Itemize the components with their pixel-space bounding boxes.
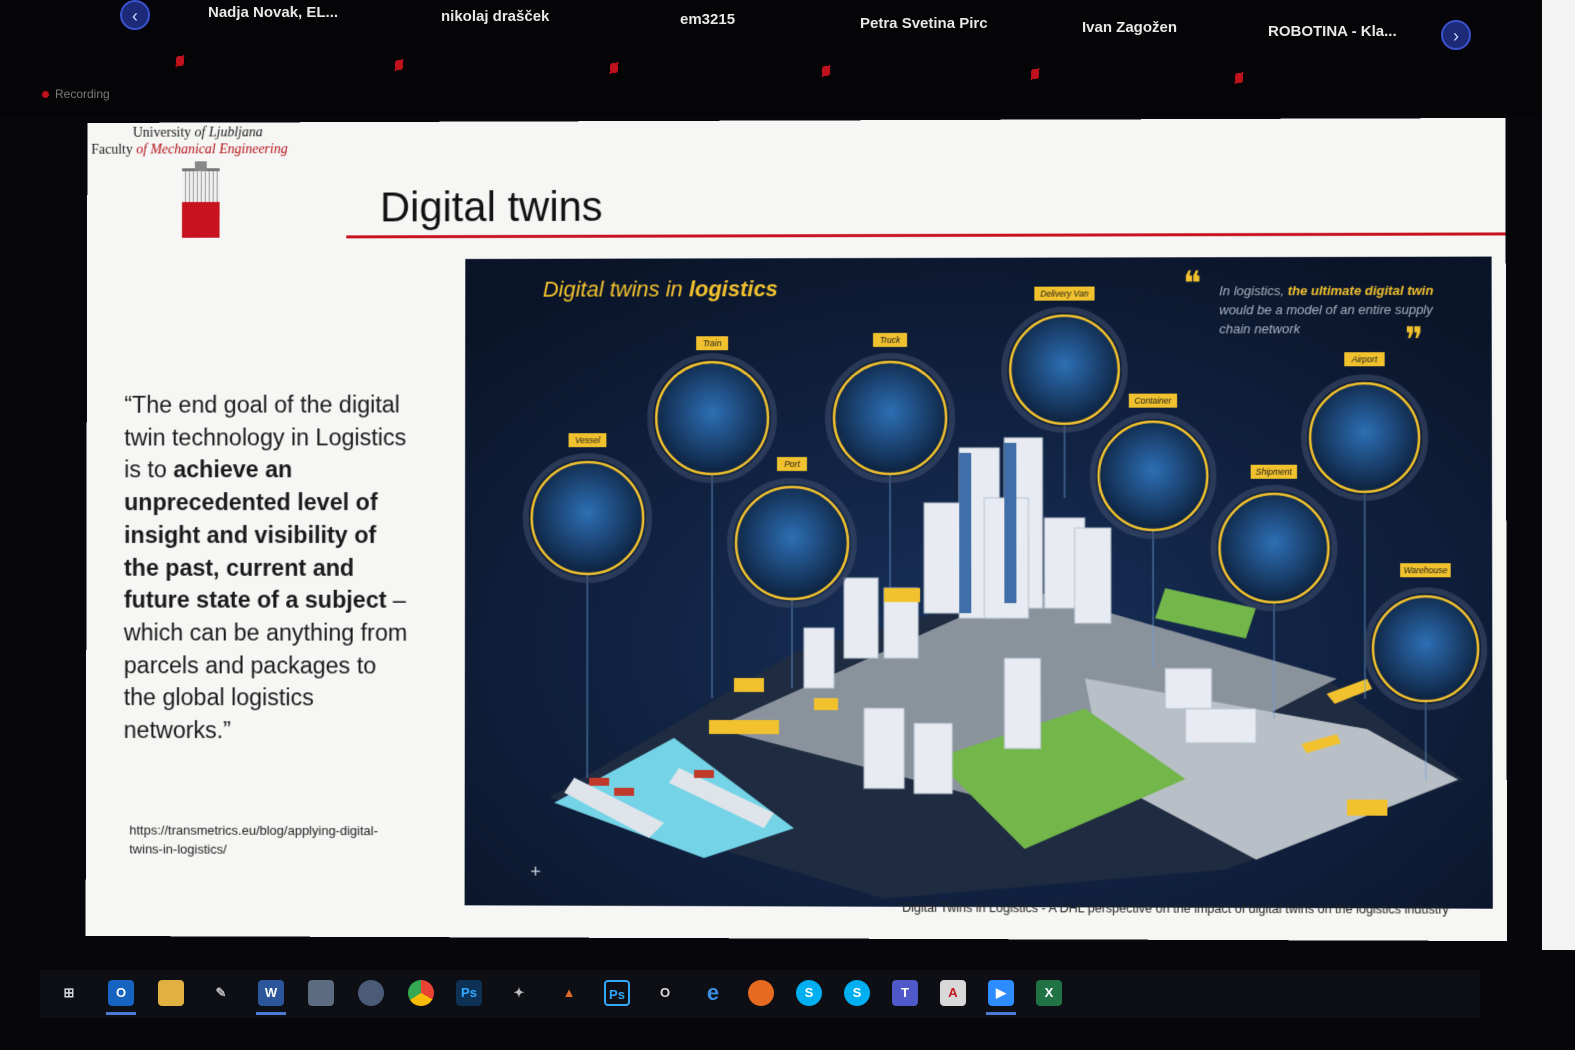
shared-slide: University of Ljubljana Faculty of Mecha…: [86, 118, 1507, 941]
skype-icon[interactable]: S: [844, 980, 870, 1006]
record-icon: [42, 91, 49, 98]
infographic-quote-part: would be a model of an entire supply cha…: [1219, 302, 1433, 337]
source-link: https://transmetrics.eu/blog/applying-di…: [129, 821, 387, 860]
node-label-airport: Airport: [1351, 354, 1378, 364]
node-label-delivery-van: Delivery Van: [1040, 289, 1088, 299]
chevron-left-icon[interactable]: ‹: [120, 0, 150, 30]
photoshop-alt-icon[interactable]: Ps: [604, 980, 630, 1006]
infographic-title-bold: logistics: [689, 276, 778, 301]
title-rule: [346, 232, 1505, 238]
crosshair-icon: +: [530, 861, 540, 881]
side-panel-edge: [1542, 0, 1575, 950]
tool-icon[interactable]: ✦: [506, 980, 532, 1006]
university-word: University: [133, 126, 191, 141]
slide-title: Digital twins: [380, 183, 603, 231]
infographic-quote-part: In logistics,: [1219, 283, 1287, 298]
faculty-word: Faculty: [91, 143, 132, 158]
notes-icon[interactable]: [308, 980, 334, 1006]
participant-strip: ‹ Nadja Novak, EL... nikolaj drašček em3…: [0, 0, 1575, 115]
infographic-title: Digital twins in logistics: [543, 276, 778, 302]
matlab-icon[interactable]: ▲: [556, 980, 582, 1006]
slide-quote: “The end goal of the digital twin techno…: [124, 389, 412, 748]
university-crest-icon: [182, 168, 220, 238]
quote-close-icon: ❞: [1405, 322, 1424, 359]
office-icon[interactable]: O: [652, 980, 678, 1006]
participant-name[interactable]: Petra Svetina Pirc: [860, 15, 988, 32]
muted-mic-icon: [395, 60, 403, 70]
firefox-icon[interactable]: [748, 980, 774, 1006]
node-label-train: Train: [703, 338, 722, 348]
quote-open-icon: ❝: [1183, 266, 1201, 303]
node-label-container: Container: [1134, 396, 1172, 406]
node-label-warehouse: Warehouse: [1404, 565, 1448, 575]
muted-mic-icon: [1235, 73, 1243, 83]
of-mechanical-engineering: of Mechanical Engineering: [136, 142, 287, 157]
node-label-shipment: Shipment: [1256, 467, 1293, 477]
participant-name[interactable]: Ivan Zagožen: [1082, 19, 1177, 36]
participant-name[interactable]: em3215: [680, 11, 735, 28]
participant-name[interactable]: ROBOTINA - Kla...: [1268, 23, 1397, 40]
muted-mic-icon: [1031, 69, 1039, 79]
edge-icon[interactable]: e: [700, 980, 726, 1006]
photoshop-icon[interactable]: Ps: [456, 980, 482, 1006]
outlook-icon[interactable]: O: [108, 980, 134, 1006]
acrobat-icon[interactable]: A: [940, 980, 966, 1006]
infographic-title-plain: Digital twins in: [543, 276, 689, 301]
node-label-truck: Truck: [880, 335, 901, 345]
recording-indicator: Recording: [42, 87, 110, 101]
windows-taskbar: ⊞ O ✎ W Ps ✦ ▲ Ps O e S S T A ▶ X: [40, 970, 1480, 1018]
excel-icon[interactable]: X: [1036, 980, 1062, 1006]
node-label-vessel: Vessel: [575, 435, 601, 445]
word-icon[interactable]: W: [258, 980, 284, 1006]
pen-icon[interactable]: ✎: [208, 980, 234, 1006]
infographic-quote-bold: the ultimate digital twin: [1288, 283, 1434, 298]
chrome-icon[interactable]: [408, 980, 434, 1006]
participant-name[interactable]: Nadja Novak, EL...: [208, 4, 338, 21]
node-label-port: Port: [784, 459, 800, 469]
of-ljubljana: of Ljubljana: [195, 125, 263, 140]
skype-business-icon[interactable]: S: [796, 980, 822, 1006]
infographic-panel: Vessel Train Port Truck Delivery Van Con…: [465, 257, 1493, 909]
windows-start-icon[interactable]: ⊞: [56, 980, 82, 1006]
zoom-icon[interactable]: ▶: [988, 980, 1014, 1006]
sync-icon[interactable]: [358, 980, 384, 1006]
file-explorer-icon[interactable]: [158, 980, 184, 1006]
chevron-right-icon[interactable]: ›: [1441, 20, 1471, 50]
muted-mic-icon: [176, 56, 184, 66]
figure-caption: Digital Twins in Logistics - A DHL persp…: [902, 901, 1449, 917]
teams-icon[interactable]: T: [892, 980, 918, 1006]
participant-name[interactable]: nikolaj drašček: [441, 8, 549, 25]
recording-label: Recording: [55, 87, 110, 101]
infographic-quote: In logistics, the ultimate digital twin …: [1219, 281, 1461, 346]
muted-mic-icon: [822, 66, 830, 76]
university-logo-text: University of Ljubljana Faculty of Mecha…: [91, 124, 287, 158]
city-illustration: Vessel Train Port Truck Delivery Van Con…: [465, 257, 1493, 909]
muted-mic-icon: [610, 63, 618, 73]
